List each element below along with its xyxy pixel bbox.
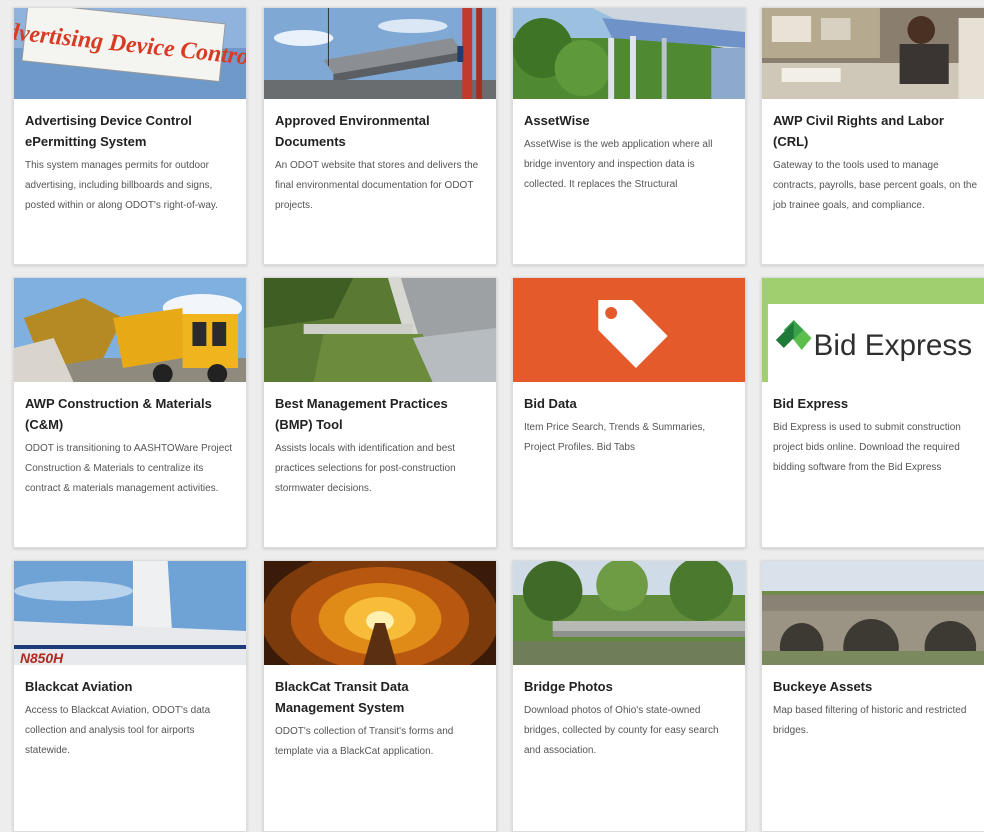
card-bid-express[interactable]: Bid Express Bid Express Bid Express is u… [761, 277, 984, 548]
card-title[interactable]: Bid Data [524, 393, 734, 414]
bridge-beam-image [264, 8, 496, 99]
loader-image [14, 278, 246, 382]
card-awp-civil-rights-labor[interactable]: AWP Civil Rights and Labor (CRL) Gateway… [761, 7, 984, 265]
card-assetwise[interactable]: AssetWise AssetWise is the web applicati… [512, 7, 746, 265]
card-title[interactable]: Approved Environmental Documents [275, 110, 485, 152]
card-title[interactable]: Bid Express [773, 393, 981, 414]
card-description: Map based filtering of historic and rest… [773, 705, 967, 736]
stormwater-curb-image [264, 278, 496, 382]
card-approved-environmental-documents[interactable]: Approved Environmental Documents An ODOT… [263, 7, 497, 265]
card-blackcat-aviation[interactable]: N850H Blackcat Aviation Access to Blackc… [13, 560, 247, 832]
card-title[interactable]: Advertising Device Control ePermitting S… [25, 110, 235, 152]
card-bid-data[interactable]: Bid Data Item Price Search, Trends & Sum… [512, 277, 746, 548]
aircraft-registration-text: N850H [20, 650, 64, 665]
card-title[interactable]: Best Management Practices (BMP) Tool [275, 393, 485, 435]
card-title[interactable]: Buckeye Assets [773, 676, 981, 697]
card-description: AssetWise is the web application where a… [524, 139, 713, 190]
aircraft-tail-image: N850H [14, 561, 246, 665]
card-title[interactable]: AssetWise [524, 110, 734, 131]
card-description: Access to Blackcat Aviation, ODOT's data… [25, 705, 211, 756]
card-description: Item Price Search, Trends & Summaries, P… [524, 422, 706, 453]
card-description: Bid Express is used to submit constructi… [773, 422, 961, 473]
card-description: Assists locals with identification and b… [275, 443, 456, 494]
card-description: Gateway to the tools used to manage cont… [773, 160, 978, 211]
card-description: ODOT's collection of Transit's forms and… [275, 726, 454, 757]
billboard-image: Advertising Device Control [14, 8, 246, 99]
card-awp-construction-materials[interactable]: AWP Construction & Materials (C&M) ODOT … [13, 277, 247, 548]
bid-express-logo-image: Bid Express [762, 278, 984, 382]
card-advertising-device-control[interactable]: Advertising Device Control Advertising D… [13, 7, 247, 265]
card-title[interactable]: BlackCat Transit Data Management System [275, 676, 485, 718]
card-best-management-practices[interactable]: Best Management Practices (BMP) Tool Ass… [263, 277, 497, 548]
card-description: This system manages permits for outdoor … [25, 160, 218, 211]
stone-bridge-image [762, 561, 984, 665]
card-buckeye-assets[interactable]: Buckeye Assets Map based filtering of hi… [761, 560, 984, 832]
card-blackcat-transit[interactable]: BlackCat Transit Data Management System … [263, 560, 497, 832]
card-title[interactable]: AWP Civil Rights and Labor (CRL) [773, 110, 981, 152]
bridge-photo-image [513, 561, 745, 665]
bridge-underside-image [513, 8, 745, 99]
card-title[interactable]: Blackcat Aviation [25, 676, 235, 697]
card-title[interactable]: Bridge Photos [524, 676, 734, 697]
card-title[interactable]: AWP Construction & Materials (C&M) [25, 393, 235, 435]
card-description: ODOT is transitioning to AASHTOWare Proj… [25, 443, 233, 494]
card-description: Download photos of Ohio's state-owned br… [524, 705, 719, 756]
office-worker-image [762, 8, 984, 99]
bid-express-logo-text: Bid Express [814, 329, 973, 362]
card-bridge-photos[interactable]: Bridge Photos Download photos of Ohio's … [512, 560, 746, 832]
price-tag-image [513, 278, 745, 382]
card-description: An ODOT website that stores and delivers… [275, 160, 479, 211]
tunnel-image [264, 561, 496, 665]
